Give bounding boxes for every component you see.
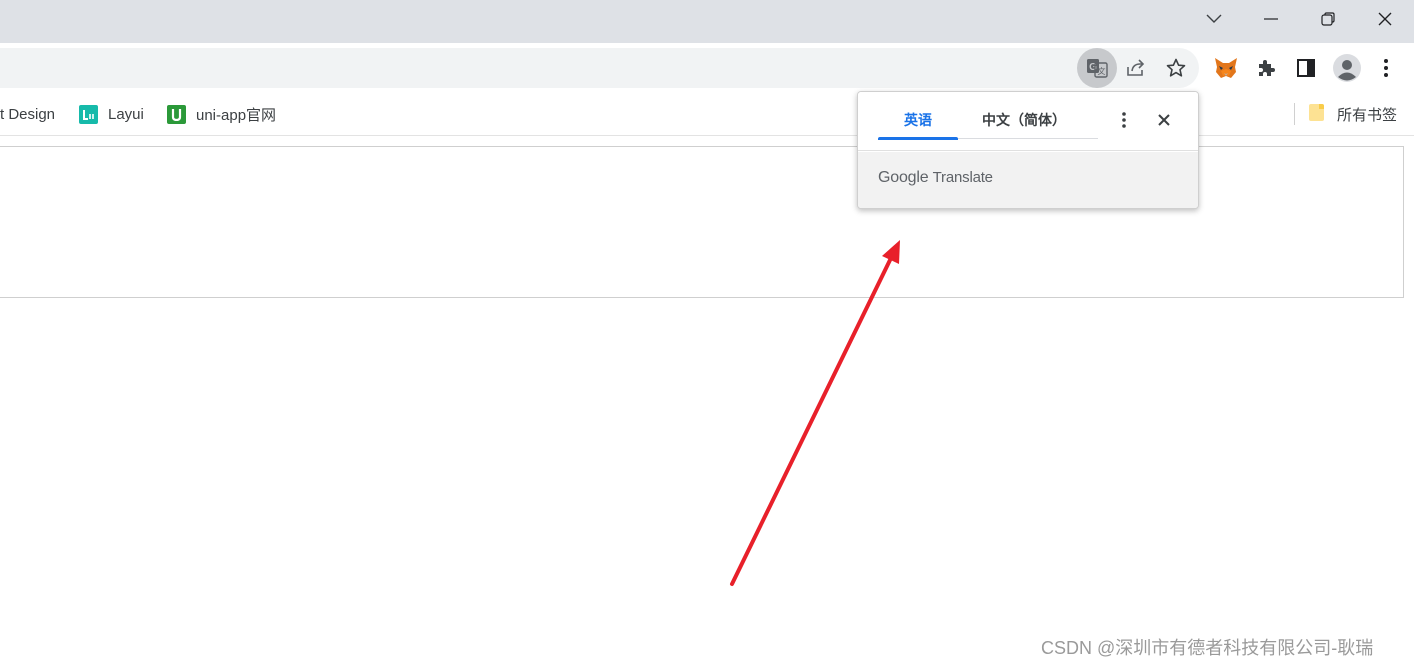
annotation-arrow [730, 240, 900, 586]
watermark-text: CSDN @深圳市有德者科技有限公司-耿瑞 [1041, 638, 1374, 658]
browser-window: G 文 t Design Layui uni-app官网 所有书签 英语 中文（… [0, 0, 1414, 664]
